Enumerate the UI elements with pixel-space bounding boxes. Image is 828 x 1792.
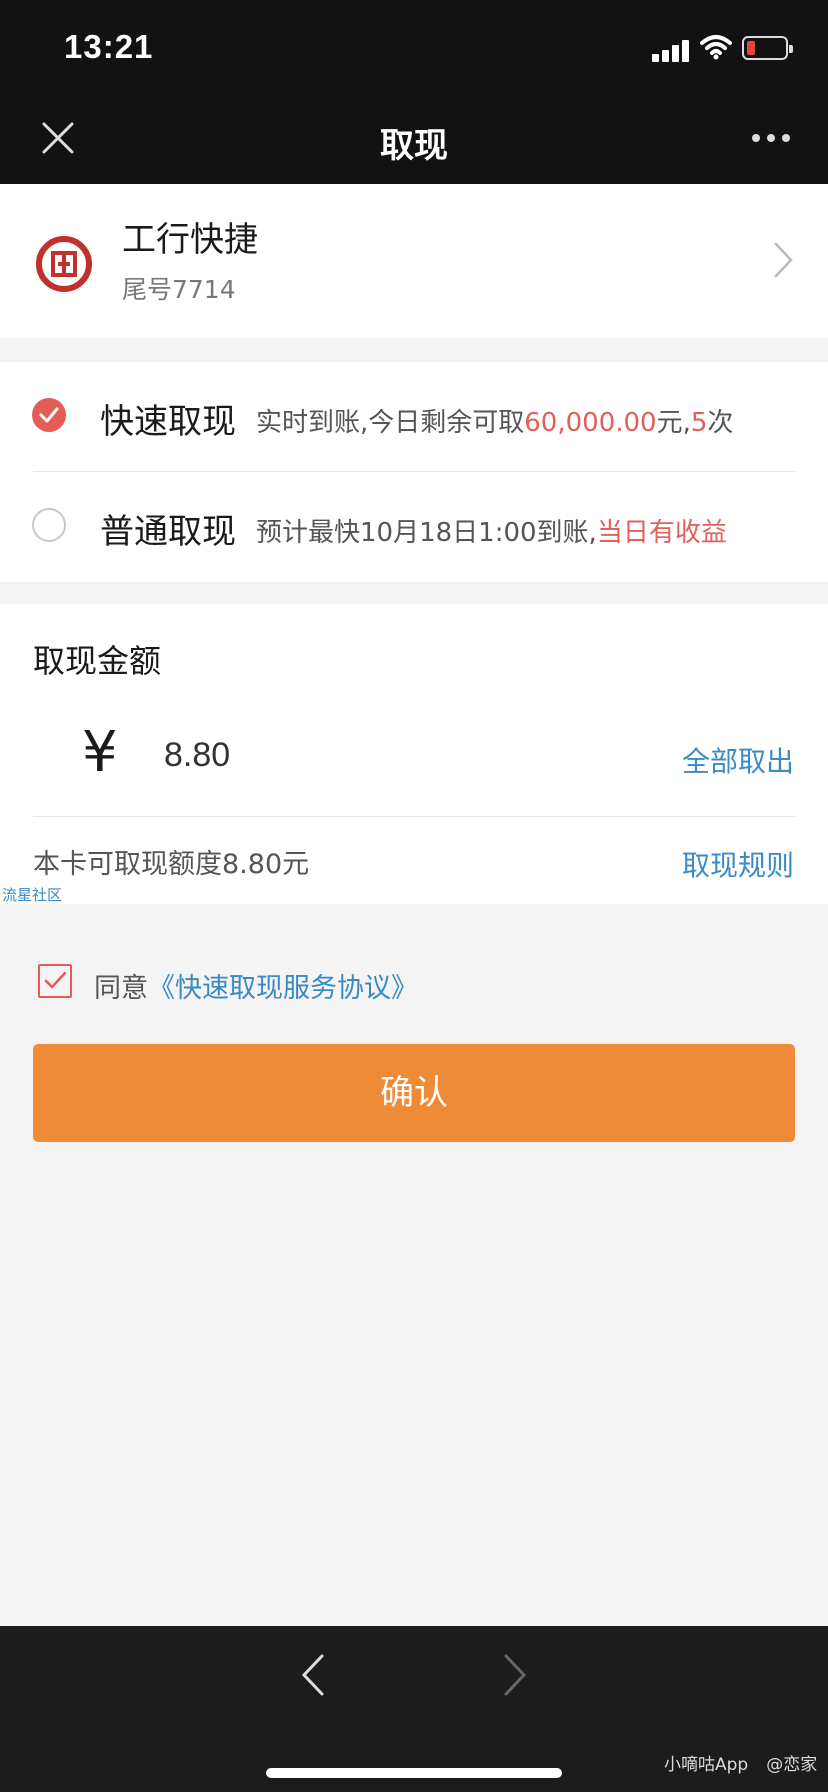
icbc-logo-icon [36,236,92,292]
agreement-text: 同意《快速取现服务协议》 [94,973,418,1004]
remaining-amount: 60,000.00 [524,408,657,438]
withdraw-rules-link[interactable]: 取现规则 [682,844,794,884]
withdraw-options: 快速取现 实时到账,今日剩余可取60,000.00元,5次 普通取现 预计最快1… [0,362,828,582]
radio-checked-icon[interactable] [32,398,66,432]
radio-unchecked-icon[interactable] [32,508,66,542]
option-title: 普通取现 [100,512,236,552]
signal-icon [652,38,692,62]
status-time: 13:21 [64,28,154,65]
withdraw-limit-text: 本卡可取现额度8.80元 [33,849,310,880]
footer-credit: 小嘀咕App @恋家 [664,1755,818,1775]
more-icon[interactable] [752,134,792,144]
home-indicator[interactable] [266,1768,562,1778]
battery-icon [742,36,793,60]
confirm-button[interactable]: 确认 [33,1044,795,1142]
forward-arrow-icon[interactable] [500,1652,530,1698]
amount-label: 取现金额 [33,642,162,680]
back-arrow-icon[interactable] [298,1652,328,1698]
remaining-count: 5 [690,408,708,438]
agreement-row: 同意《快速取现服务协议》 [38,964,798,1004]
agreement-link[interactable]: 《快速取现服务协议》 [148,973,418,1004]
card-tail-number: 尾号7714 [122,275,236,304]
agreement-checkbox[interactable] [38,964,72,998]
bank-name: 工行快捷 [122,220,258,260]
status-bar: 13:21 [0,0,828,96]
option-desc: 实时到账,今日剩余可取60,000.00元,5次 [256,408,734,438]
divider [33,816,795,817]
option-desc: 预计最快10月18日1:00到账,当日有收益 [256,518,727,548]
bottom-toolbar: 小嘀咕App @恋家 [0,1626,828,1792]
nav-bar: 取现 [0,96,828,184]
earnings-highlight: 当日有收益 [596,518,727,548]
page-title: 取现 [380,126,448,166]
option-title: 快速取现 [100,402,236,442]
currency-symbol: ¥ [82,720,118,785]
chevron-right-icon [774,242,793,278]
amount-section: 取现金额 ¥ 8.80 全部取出 本卡可取现额度8.80元 取现规则 [0,604,828,904]
watermark: 流星社区 [2,886,63,904]
option-fast-withdraw[interactable]: 快速取现 实时到账,今日剩余可取60,000.00元,5次 [0,362,828,472]
bank-card-selector[interactable]: 工行快捷 尾号7714 [0,184,828,338]
option-normal-withdraw[interactable]: 普通取现 预计最快10月18日1:00到账,当日有收益 [0,472,828,582]
withdraw-all-link[interactable]: 全部取出 [682,740,794,780]
amount-input[interactable]: 8.80 [164,736,230,775]
wifi-icon [700,35,732,60]
